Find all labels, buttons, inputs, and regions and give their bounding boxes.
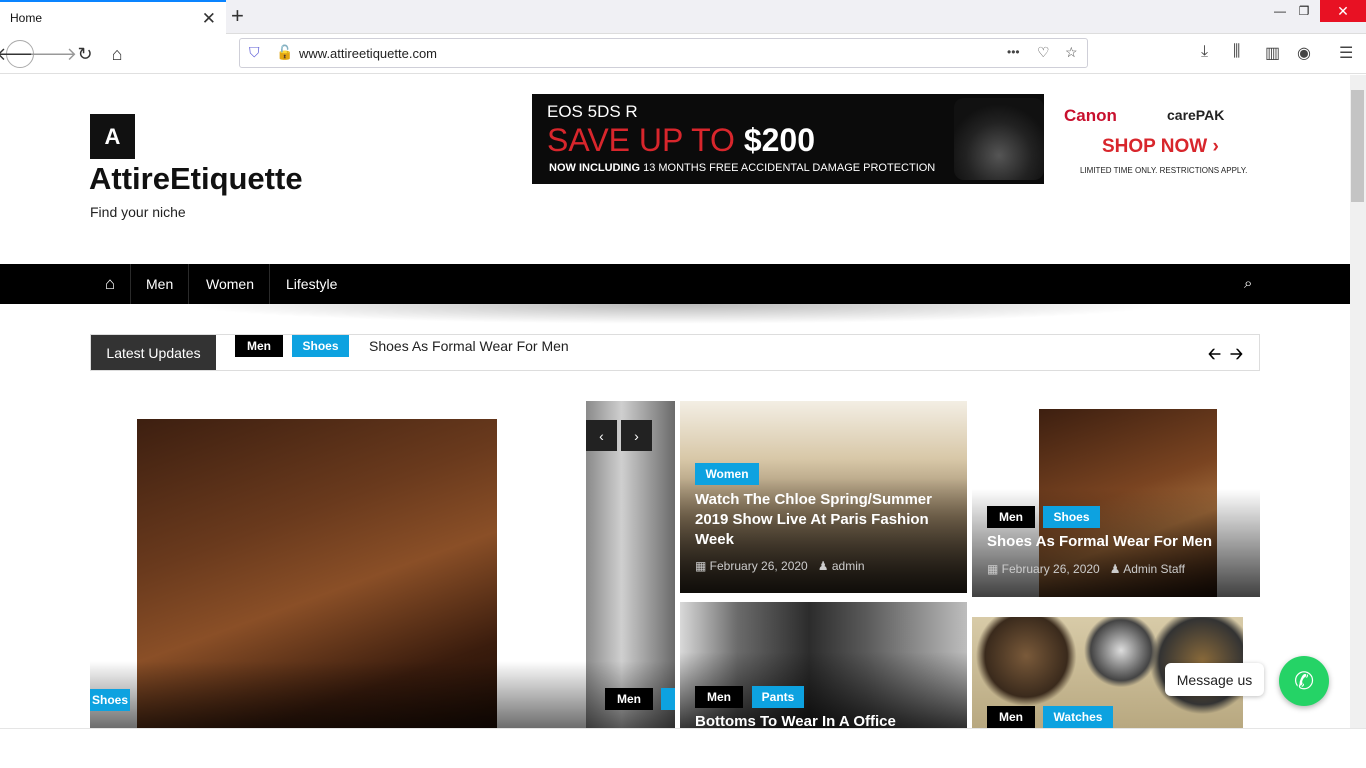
card-title[interactable]: Watch The Chloe Spring/Summer 2019 Show …	[695, 490, 955, 550]
new-tab-icon[interactable]: +	[231, 3, 244, 29]
ticker-prev-icon[interactable]: 🡠	[1208, 343, 1221, 370]
card-author[interactable]: admin	[832, 559, 865, 573]
whatsapp-icon[interactable]: ✆	[1279, 656, 1329, 706]
post-card-bottoms[interactable]: Men Pants Bottoms To Wear In A Office	[680, 602, 967, 728]
slider-prev-button[interactable]: ‹	[586, 420, 617, 451]
ad-subtitle: NOW INCLUDING 13 MONTHS FREE ACCIDENTAL …	[549, 162, 935, 174]
ad-headline: SAVE UP TO $200	[547, 122, 815, 159]
insecure-lock-icon[interactable]: 🔓	[276, 44, 293, 61]
url-text[interactable]: www.attireetiquette.com	[299, 46, 437, 61]
tab-home[interactable]: Home ✕	[0, 0, 226, 34]
bookmark-star-icon[interactable]: ☆	[1065, 44, 1078, 61]
camera-image	[954, 98, 1044, 180]
card-title[interactable]: Bottoms To Wear In A Office	[695, 712, 896, 728]
card-meta: ▦ February 26, 2020 ♟ Admin Staff	[987, 562, 1185, 576]
calendar-icon: ▦	[695, 559, 710, 573]
web-page: A AttireEtiquette Find your niche EOS 5D…	[0, 75, 1350, 728]
ad-sub-bold: NOW INCLUDING	[549, 162, 641, 174]
ticker-tag-men[interactable]: Men	[235, 335, 283, 357]
account-icon[interactable]: ◉	[1297, 43, 1311, 63]
scrollbar-thumb[interactable]	[1351, 90, 1364, 202]
sidebar-icon[interactable]: ▥	[1265, 43, 1280, 63]
menu-icon[interactable]: ☰	[1339, 43, 1353, 63]
site-title[interactable]: AttireEtiquette	[89, 161, 303, 197]
site-tagline: Find your niche	[90, 204, 186, 220]
ticker-headline[interactable]: Shoes As Formal Wear For Men	[369, 338, 569, 354]
carepak-logo: carePAK	[1167, 107, 1225, 123]
library-icon[interactable]: ⫼	[1233, 43, 1240, 61]
nav-item-women[interactable]: Women	[191, 264, 270, 304]
page-actions-icon[interactable]: •••	[1007, 45, 1020, 59]
slide-tag-shoes[interactable]: Shoes	[90, 689, 130, 711]
card-tag-pants[interactable]: Pants	[752, 686, 804, 708]
card-author[interactable]: Admin Staff	[1123, 562, 1185, 576]
nav-item-men[interactable]: Men	[130, 264, 190, 304]
ad-fine-print: LIMITED TIME ONLY. RESTRICTIONS APPLY.	[1080, 166, 1248, 175]
site-logo[interactable]: A	[90, 114, 135, 159]
ad-model: EOS 5DS R	[547, 102, 638, 121]
tab-title: Home	[10, 11, 43, 25]
pocket-icon[interactable]: ♡	[1037, 44, 1050, 61]
canon-logo: Canon	[1064, 106, 1117, 125]
downloads-icon[interactable]: ⤓	[1201, 43, 1208, 61]
calendar-icon: ▦	[987, 562, 1002, 576]
card-date: February 26, 2020	[1001, 562, 1100, 576]
nav-home-icon[interactable]: ⌂	[90, 264, 130, 304]
card-tag-men[interactable]: Men	[987, 506, 1035, 528]
shop-now-button[interactable]: SHOP NOW ›	[1102, 136, 1219, 158]
card-tag-men[interactable]: Men	[987, 706, 1035, 728]
reload-icon[interactable]: ↻	[71, 40, 99, 68]
ad-save-text: SAVE UP TO	[547, 122, 744, 158]
slide-tag-men[interactable]: Men	[605, 688, 653, 710]
minimize-icon[interactable]: —	[1270, 0, 1290, 22]
main-navigation: ⌂ Men Women Lifestyle ⌕	[0, 264, 1350, 304]
card-tag-men[interactable]: Men	[695, 686, 743, 708]
ticker-label: Latest Updates	[91, 335, 216, 370]
nav-item-lifestyle[interactable]: Lifestyle	[271, 264, 352, 304]
shield-icon[interactable]: ⛉	[249, 44, 260, 61]
tab-close-icon[interactable]: ✕	[202, 9, 216, 29]
ad-banner[interactable]: EOS 5DS R SAVE UP TO $200 NOW INCLUDING …	[532, 94, 1250, 184]
url-bar[interactable]: ⛉ 🔓 www.attireetiquette.com ••• ♡ ☆	[239, 38, 1088, 68]
browser-toolbar: 🡐 🡒 ↻ ⌂ ⛉ 🔓 www.attireetiquette.com ••• …	[0, 34, 1366, 74]
featured-slider: ‹ › Shoes Men	[90, 401, 675, 728]
card-title[interactable]: Shoes As Formal Wear For Men	[987, 532, 1212, 552]
nav-shadow	[180, 304, 1170, 324]
card-date: February 26, 2020	[709, 559, 808, 573]
ticker-tag-shoes[interactable]: Shoes	[292, 335, 349, 357]
window-close-icon[interactable]: ✕	[1320, 0, 1366, 22]
slide-gradient	[90, 661, 675, 728]
search-icon[interactable]: ⌕	[1244, 275, 1252, 292]
ticker-next-icon[interactable]: 🡢	[1230, 343, 1243, 370]
restore-icon[interactable]: ❐	[1294, 0, 1314, 22]
forward-icon[interactable]: 🡒	[29, 40, 77, 68]
ad-brand-panel: Canon carePAK SHOP NOW › LIMITED TIME ON…	[1044, 94, 1250, 184]
tab-bar: Home ✕ + — ❐ ✕	[0, 0, 1366, 34]
slider-next-button[interactable]: ›	[621, 420, 652, 451]
post-card-shoes[interactable]: Men Shoes Shoes As Formal Wear For Men ▦…	[972, 401, 1260, 597]
author-icon: ♟	[1103, 562, 1124, 576]
card-meta: ▦ February 26, 2020 ♟ admin	[695, 559, 865, 573]
ad-sub-rest: 13 MONTHS FREE ACCIDENTAL DAMAGE PROTECT…	[640, 162, 936, 174]
post-card-chloe[interactable]: Women Watch The Chloe Spring/Summer 2019…	[680, 401, 967, 593]
card-tag-women[interactable]: Women	[695, 463, 759, 485]
slide-tag-partial[interactable]	[661, 688, 675, 710]
author-icon: ♟	[811, 559, 832, 573]
ad-amount: $200	[743, 122, 816, 158]
card-tag-watches[interactable]: Watches	[1043, 706, 1113, 728]
card-tag-shoes[interactable]: Shoes	[1043, 506, 1100, 528]
home-icon[interactable]: ⌂	[103, 40, 131, 68]
browser-bottom-area	[0, 728, 1366, 768]
latest-updates-ticker: Latest Updates Men Shoes Shoes As Formal…	[90, 334, 1260, 371]
chat-label[interactable]: Message us	[1165, 663, 1264, 696]
